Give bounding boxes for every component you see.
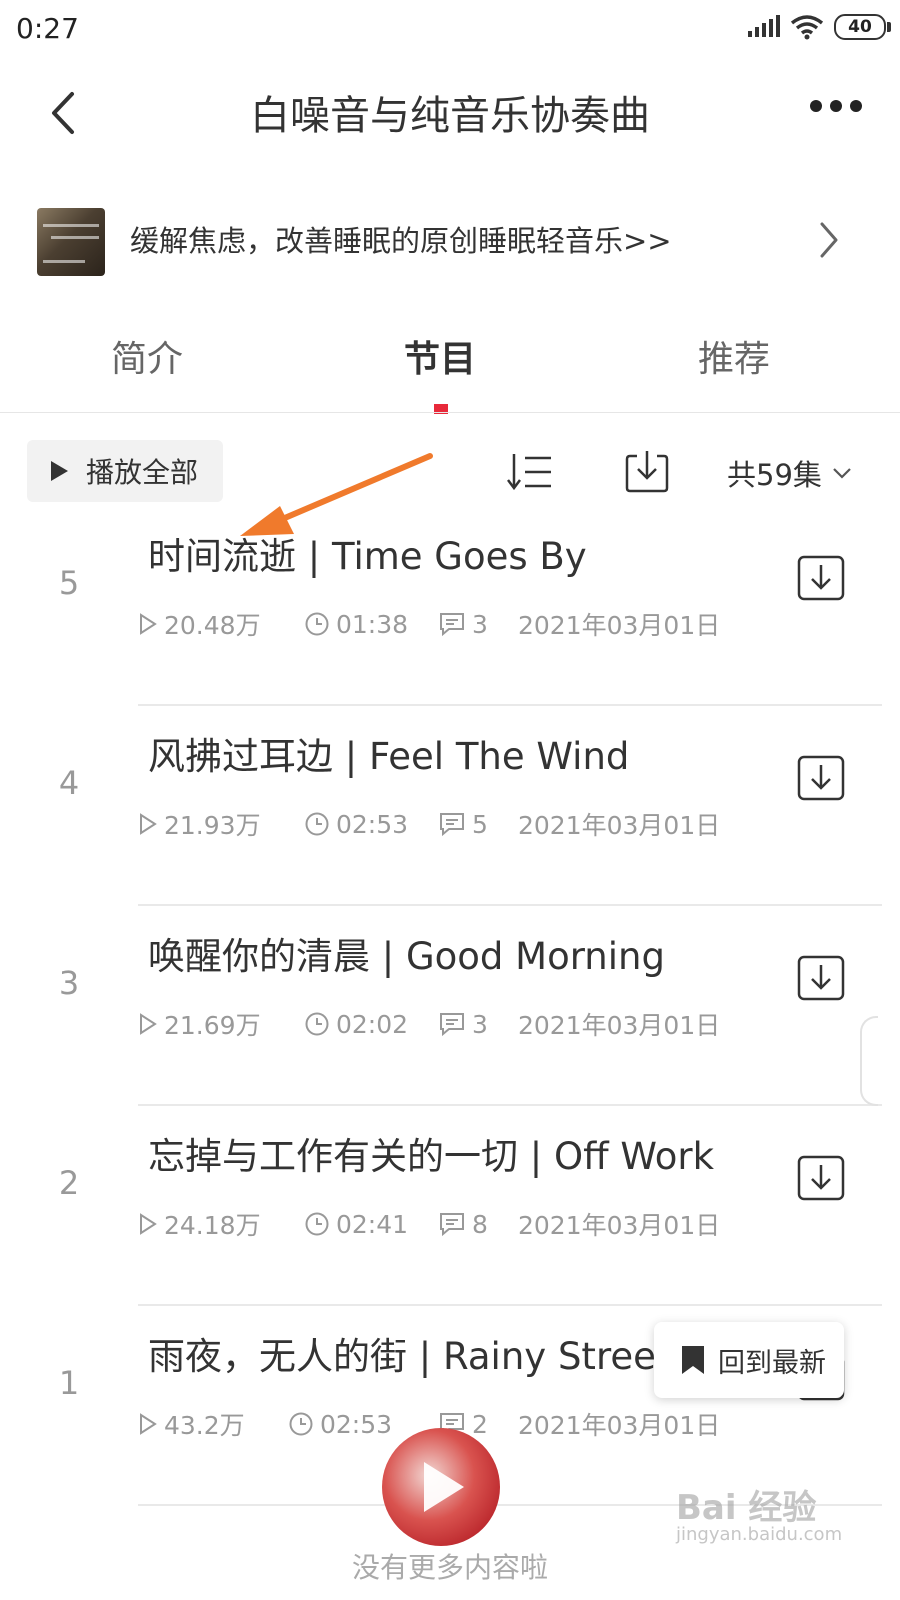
play-count: 43.2万 — [164, 1411, 245, 1440]
download-icon[interactable] — [796, 554, 846, 602]
comment-icon — [440, 1213, 464, 1237]
play-count: 21.69万 — [164, 1011, 261, 1040]
tab-divider — [0, 412, 900, 413]
status-icons: 40 — [746, 14, 891, 40]
episode-number: 5 — [58, 564, 80, 602]
annotation-arrow-icon — [240, 453, 433, 536]
comment-count: 3 — [472, 609, 488, 639]
download-icon[interactable] — [796, 1154, 846, 1202]
play-icon — [424, 1462, 464, 1512]
clock-icon — [305, 1212, 329, 1236]
tab-intro[interactable]: 简介 — [47, 330, 247, 382]
clock-icon — [305, 812, 329, 836]
episode-row[interactable]: 3 唤醒你的清晨 | Good Morning 21.69万 02:02 3 2… — [0, 906, 900, 1106]
episode-number: 4 — [58, 764, 80, 802]
comment-icon — [440, 813, 464, 837]
publish-date: 2021年03月01日 — [518, 811, 721, 840]
comment-icon — [440, 1013, 464, 1037]
more-options-icon[interactable] — [810, 100, 862, 112]
comment-count: 5 — [472, 809, 488, 839]
episode-count-selector[interactable]: 共59集 — [727, 452, 852, 494]
sort-icon[interactable] — [507, 450, 553, 494]
publish-date: 2021年03月01日 — [518, 1211, 721, 1240]
episode-number: 1 — [58, 1364, 80, 1402]
wifi-icon — [790, 15, 824, 40]
comment-icon — [440, 613, 464, 637]
episode-title[interactable]: 雨夜，无人的街 | Rainy Street — [148, 1326, 670, 1380]
clock-icon — [289, 1412, 313, 1436]
mini-player[interactable] — [382, 1428, 500, 1546]
watermark-url: jingyan.baidu.com — [676, 1524, 843, 1545]
play-count: 24.18万 — [164, 1211, 261, 1240]
clock-icon — [305, 1012, 329, 1036]
watermark-logo: Bai 经验 — [676, 1488, 817, 1528]
play-count-icon — [140, 1013, 157, 1035]
duration: 02:53 — [336, 809, 409, 839]
episode-row[interactable]: 4 风拂过耳边 | Feel The Wind 21.93万 02:53 5 2… — [0, 706, 900, 906]
episode-title[interactable]: 风拂过耳边 | Feel The Wind — [148, 726, 629, 780]
publish-date: 2021年03月01日 — [518, 1411, 721, 1440]
chevron-right-icon[interactable] — [816, 218, 842, 262]
episode-title[interactable]: 忘掉与工作有关的一切 | Off Work — [148, 1126, 714, 1180]
episode-count-label: 共59集 — [727, 458, 822, 492]
episode-row[interactable]: 5 时间流逝 | Time Goes By 20.48万 01:38 3 202… — [0, 506, 900, 706]
play-count: 21.93万 — [164, 811, 261, 840]
play-count-icon — [140, 1213, 157, 1235]
chevron-down-icon — [833, 468, 851, 479]
fast-scroll-handle[interactable] — [860, 1016, 878, 1106]
play-icon — [51, 461, 68, 481]
episode-title[interactable]: 唤醒你的清晨 | Good Morning — [148, 926, 665, 980]
download-icon[interactable] — [796, 954, 846, 1002]
comment-count: 8 — [472, 1209, 488, 1239]
play-count: 20.48万 — [164, 611, 261, 640]
play-all-button[interactable]: 播放全部 — [27, 440, 223, 502]
duration: 01:38 — [336, 609, 409, 639]
promo-banner-link[interactable]: 缓解焦虑，改善睡眠的原创睡眠轻音乐>> — [130, 218, 672, 260]
page-title: 白噪音与纯音乐协奏曲 — [250, 93, 650, 139]
play-count-icon — [140, 613, 157, 635]
comment-count: 3 — [472, 1009, 488, 1039]
publish-date: 2021年03月01日 — [518, 611, 721, 640]
batch-download-icon[interactable] — [624, 448, 670, 494]
tab-recommend[interactable]: 推荐 — [634, 330, 834, 382]
download-icon[interactable] — [796, 754, 846, 802]
back-to-latest-button[interactable]: 回到最新 — [654, 1322, 844, 1398]
album-cover-thumbnail[interactable] — [37, 208, 105, 276]
comment-count: 2 — [472, 1409, 488, 1439]
tab-episodes[interactable]: 节目 — [340, 330, 540, 382]
play-count-icon — [140, 1413, 157, 1435]
clock-icon — [305, 612, 329, 636]
status-time: 0:27 — [16, 12, 79, 45]
play-all-label: 播放全部 — [86, 456, 199, 489]
bookmark-icon — [682, 1346, 704, 1374]
episode-number: 2 — [58, 1164, 80, 1202]
duration: 02:41 — [336, 1209, 409, 1239]
no-more-content-text: 没有更多内容啦 — [351, 1551, 548, 1584]
publish-date: 2021年03月01日 — [518, 1011, 721, 1040]
signal-icon — [748, 15, 780, 37]
episode-row[interactable]: 2 忘掉与工作有关的一切 | Off Work 24.18万 02:41 8 2… — [0, 1106, 900, 1306]
duration: 02:53 — [320, 1409, 393, 1439]
episode-number: 3 — [58, 964, 80, 1002]
play-count-icon — [140, 813, 157, 835]
duration: 02:02 — [336, 1009, 409, 1039]
back-to-latest-label: 回到最新 — [718, 1347, 826, 1379]
battery-indicator: 40 — [834, 14, 891, 40]
